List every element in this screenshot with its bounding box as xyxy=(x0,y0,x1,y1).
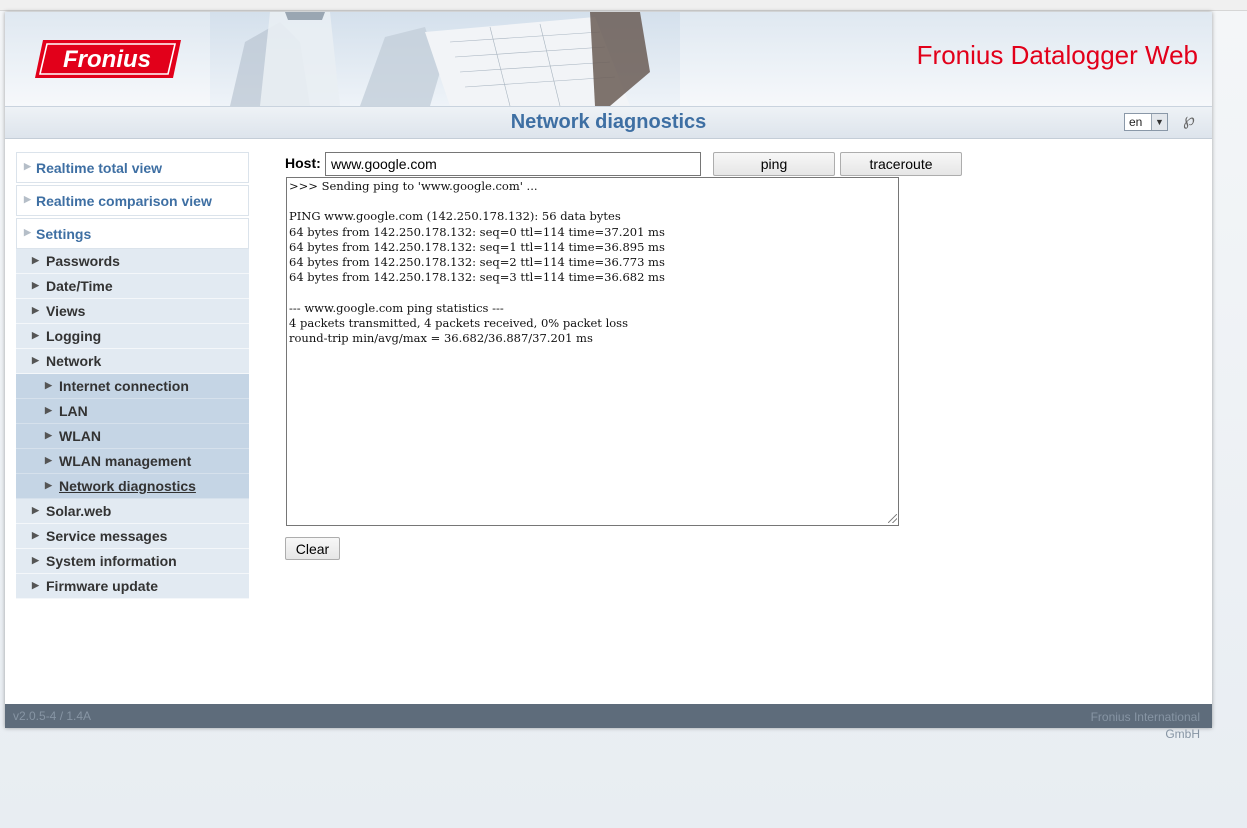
sidebar-item-views[interactable]: ▶ Views xyxy=(16,299,249,324)
page-title: Network diagnostics xyxy=(510,111,707,133)
sidebar-item-label: Logging xyxy=(46,328,102,344)
sidebar-item-label: System information xyxy=(46,553,177,569)
arrow-right-icon: ▶ xyxy=(32,255,39,265)
sidebar-item-wlan[interactable]: ▶ WLAN xyxy=(16,424,249,449)
nav-realtime-total-view[interactable]: ▶ Realtime total view xyxy=(16,152,249,183)
network-submenu: ▶ Internet connection ▶ LAN ▶ WLAN ▶ WLA… xyxy=(16,374,249,499)
ping-button[interactable]: ping xyxy=(713,152,835,176)
browser-top-strip xyxy=(0,0,1247,11)
arrow-right-icon: ▶ xyxy=(32,530,39,540)
help-icon[interactable]: ℘ xyxy=(1183,110,1195,130)
arrow-right-icon: ▶ xyxy=(24,227,31,237)
sidebar-item-label: WLAN xyxy=(59,428,101,444)
chevron-down-icon[interactable]: ▼ xyxy=(1151,114,1167,130)
sidebar-item-label: Internet connection xyxy=(59,378,189,394)
sidebar-item-label: Passwords xyxy=(46,253,120,269)
arrow-right-icon: ▶ xyxy=(24,194,31,204)
sidebar-item-solar-web[interactable]: ▶ Solar.web xyxy=(16,499,249,524)
language-select[interactable]: en ▼ xyxy=(1124,113,1168,131)
arrow-right-icon: ▶ xyxy=(32,555,39,565)
host-label: Host: xyxy=(285,155,321,171)
sidebar-item-network[interactable]: ▶ Network xyxy=(16,349,249,374)
traceroute-button[interactable]: traceroute xyxy=(840,152,962,176)
arrow-right-icon: ▶ xyxy=(32,330,39,340)
sidebar-item-logging[interactable]: ▶ Logging xyxy=(16,324,249,349)
sidebar-item-label: LAN xyxy=(59,403,88,419)
sidebar-item-service-messages[interactable]: ▶ Service messages xyxy=(16,524,249,549)
clear-button[interactable]: Clear xyxy=(285,537,340,560)
sidebar-item-firmware-update[interactable]: ▶ Firmware update xyxy=(16,574,249,599)
arrow-right-icon: ▶ xyxy=(32,505,39,515)
version-text: v2.0.5-4 / 1.4A xyxy=(13,709,92,723)
arrow-right-icon: ▶ xyxy=(45,430,52,440)
nav-realtime-comparison-view[interactable]: ▶ Realtime comparison view xyxy=(16,185,249,216)
header-banner: Fronius Fronius Datalogger Web xyxy=(5,12,1212,106)
arrow-right-icon: ▶ xyxy=(32,280,39,290)
nav-settings[interactable]: ▶ Settings xyxy=(16,218,249,249)
nav-label: Settings xyxy=(36,226,92,242)
logo-text: Fronius xyxy=(63,46,151,73)
host-input[interactable] xyxy=(325,152,701,176)
page-title-bar: Network diagnostics en ▼ ℘ xyxy=(5,106,1212,139)
sidebar-item-passwords[interactable]: ▶ Passwords xyxy=(16,249,249,274)
sidebar-item-wlan-management[interactable]: ▶ WLAN management xyxy=(16,449,249,474)
arrow-right-icon: ▶ xyxy=(45,405,52,415)
sidebar-item-label: Date/Time xyxy=(46,278,113,294)
footer: v2.0.5-4 / 1.4A Fronius International Gm… xyxy=(5,704,1212,741)
sidebar-item-label: Service messages xyxy=(46,528,168,544)
arrow-right-icon: ▶ xyxy=(45,480,52,490)
sidebar-item-date-time[interactable]: ▶ Date/Time xyxy=(16,274,249,299)
sidebar-item-label: Views xyxy=(46,303,86,319)
settings-submenu: ▶ Passwords ▶ Date/Time ▶ Views ▶ Loggin… xyxy=(16,249,249,599)
language-value: en xyxy=(1129,115,1143,129)
sidebar-item-label: WLAN management xyxy=(59,453,192,469)
nav-label: Realtime total view xyxy=(36,160,163,176)
resize-grip-icon[interactable] xyxy=(888,514,897,523)
arrow-right-icon: ▶ xyxy=(32,355,39,365)
sidebar-item-label: Firmware update xyxy=(46,578,159,594)
sidebar-item-label: Solar.web xyxy=(46,503,112,519)
arrow-right-icon: ▶ xyxy=(45,455,52,465)
diagnostics-output[interactable]: >>> Sending ping to 'www.google.com' ...… xyxy=(286,177,899,526)
datalogger-page: Fronius Fronius Datalogger Web Network d… xyxy=(5,12,1212,741)
header-photo xyxy=(210,12,680,106)
arrow-right-icon: ▶ xyxy=(32,580,39,590)
company-text: Fronius International GmbH xyxy=(1090,710,1200,741)
sidebar-item-network-diagnostics[interactable]: ▶ Network diagnostics xyxy=(16,474,249,499)
sidebar-item-internet-connection[interactable]: ▶ Internet connection xyxy=(16,374,249,399)
sidebar-item-label: Network diagnostics xyxy=(59,478,196,494)
sidebar-item-label: Network xyxy=(46,353,102,369)
arrow-right-icon: ▶ xyxy=(32,305,39,315)
fronius-logo: Fronius xyxy=(35,40,181,78)
sidebar-item-lan[interactable]: ▶ LAN xyxy=(16,399,249,424)
sidebar-nav: ▶ Realtime total view ▶ Realtime compari… xyxy=(16,152,249,599)
arrow-right-icon: ▶ xyxy=(45,380,52,390)
arrow-right-icon: ▶ xyxy=(24,161,31,171)
app-title: Fronius Datalogger Web xyxy=(916,40,1198,70)
nav-label: Realtime comparison view xyxy=(36,193,212,209)
sidebar-item-system-information[interactable]: ▶ System information xyxy=(16,549,249,574)
